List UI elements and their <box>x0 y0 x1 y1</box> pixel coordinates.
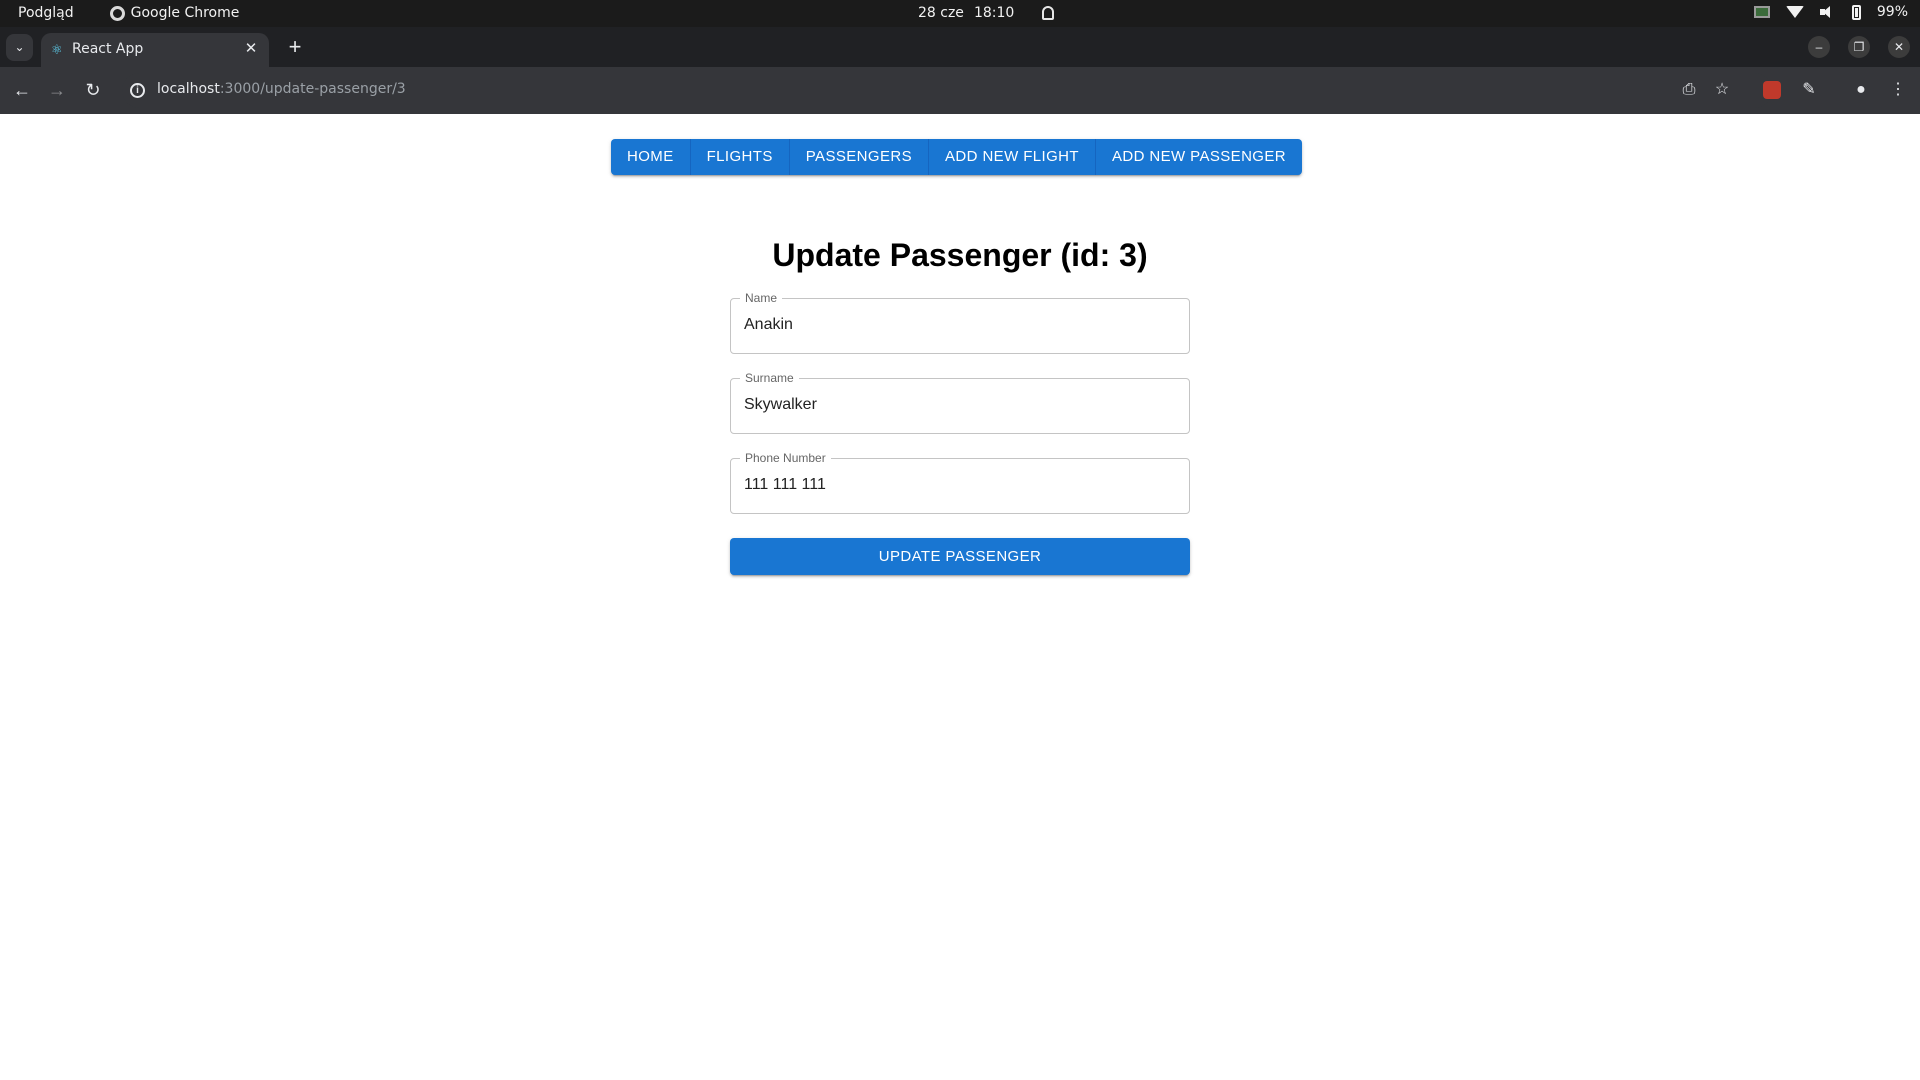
phone-number-field[interactable]: Phone Number <box>730 450 1190 514</box>
battery-percentage: 99% <box>1876 4 1908 20</box>
browser-toolbar: ← → ↻ i localhost:3000/update-passenger/… <box>0 67 1920 114</box>
puzzle-icon[interactable]: ✎ <box>1797 78 1821 102</box>
notification-bell-icon <box>1042 6 1055 20</box>
activities-label[interactable]: Podgląd <box>18 5 74 21</box>
active-app-name: Google Chrome <box>130 5 240 21</box>
tab-react-app[interactable]: ⚛ React App ✕ <box>41 33 269 67</box>
nav-flights-button[interactable]: FLIGHTS <box>691 139 790 175</box>
react-favicon-icon: ⚛ <box>51 42 63 57</box>
tray-image-icon <box>1753 6 1770 18</box>
update-passenger-button[interactable]: UPDATE PASSENGER <box>730 538 1190 575</box>
time-label: 18:10 <box>973 5 1015 21</box>
site-info-icon[interactable]: i <box>130 83 145 98</box>
chrome-icon <box>109 5 125 21</box>
os-top-bar: Podgląd Google Chrome 28 cze 18:10 99% <box>0 0 1920 27</box>
page-title: Update Passenger (id: 3) <box>772 237 1148 273</box>
back-icon[interactable]: ← <box>10 78 34 102</box>
nav-home-button[interactable]: HOME <box>611 139 691 175</box>
page-content: HOME FLIGHTS PASSENGERS ADD NEW FLIGHT A… <box>0 114 1920 1080</box>
battery-icon <box>1851 4 1861 20</box>
surname-field-label: Surname <box>740 370 799 386</box>
extension-icon[interactable] <box>1763 81 1781 99</box>
address-bar[interactable]: i localhost:3000/update-passenger/3 <box>122 73 1772 108</box>
tab-strip: ⌄ ⚛ React App ✕ + – ❐ ✕ <box>0 27 1920 67</box>
active-app-indicator[interactable]: Google Chrome <box>109 5 240 21</box>
wifi-icon <box>1785 6 1804 18</box>
minimize-button[interactable]: – <box>1808 36 1830 58</box>
phone-number-field-label: Phone Number <box>740 450 831 466</box>
date-label: 28 cze <box>918 5 964 21</box>
system-tray[interactable]: 99% <box>1753 4 1908 20</box>
install-icon[interactable]: ⎙ <box>1677 78 1701 102</box>
window-controls: – ❐ ✕ <box>1808 36 1910 58</box>
phone-number-input[interactable] <box>744 476 1174 494</box>
close-window-button[interactable]: ✕ <box>1888 36 1910 58</box>
surname-field[interactable]: Surname <box>730 370 1190 434</box>
name-input[interactable] <box>744 316 1174 334</box>
forward-icon[interactable]: → <box>45 78 69 102</box>
restore-button[interactable]: ❐ <box>1848 36 1870 58</box>
reload-icon[interactable]: ↻ <box>81 78 105 102</box>
name-field[interactable]: Name <box>730 290 1190 354</box>
url-host: localhost <box>157 81 220 97</box>
url-text[interactable]: localhost:3000/update-passenger/3 <box>157 81 406 97</box>
new-tab-button[interactable]: + <box>282 34 308 60</box>
nav-add-passenger-button[interactable]: ADD NEW PASSENGER <box>1096 139 1302 175</box>
profile-icon[interactable]: ● <box>1849 78 1873 102</box>
name-field-label: Name <box>740 290 783 306</box>
nav-add-flight-button[interactable]: ADD NEW FLIGHT <box>929 139 1096 175</box>
volume-icon <box>1819 5 1836 19</box>
tab-search-button[interactable]: ⌄ <box>6 34 33 61</box>
clock[interactable]: 28 cze 18:10 <box>918 5 1055 21</box>
tab-close-icon[interactable]: ✕ <box>241 39 261 59</box>
url-path: :3000/update-passenger/3 <box>219 81 406 97</box>
main-nav: HOME FLIGHTS PASSENGERS ADD NEW FLIGHT A… <box>611 139 1303 175</box>
bookmark-star-icon[interactable]: ☆ <box>1710 78 1734 102</box>
nav-passengers-button[interactable]: PASSENGERS <box>790 139 930 175</box>
surname-input[interactable] <box>744 396 1174 414</box>
menu-icon[interactable]: ⋮ <box>1886 78 1910 102</box>
tab-title: React App <box>72 41 144 57</box>
